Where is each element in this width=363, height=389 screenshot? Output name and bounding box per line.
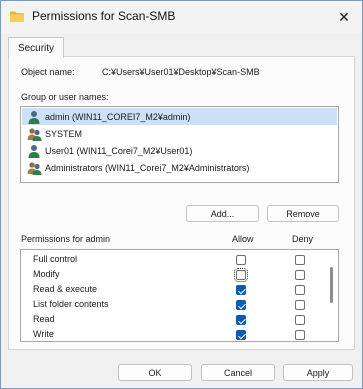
permission-name: Read & execute: [33, 284, 98, 294]
deny-checkbox[interactable]: [295, 270, 305, 280]
title-bar[interactable]: Permissions for Scan-SMB ✕: [1, 1, 362, 33]
group-item-label: admin (WIN11_COREI7_M2¥admin): [45, 111, 191, 122]
deny-checkbox[interactable]: [295, 300, 305, 310]
allow-checkbox[interactable]: [236, 315, 246, 325]
group-icon: [27, 127, 42, 141]
group-item-user01[interactable]: User01 (WIN11_Corei7_M2¥User01): [22, 142, 337, 159]
group-icon: [27, 161, 42, 175]
tab-security[interactable]: Security: [8, 37, 64, 58]
allow-checkbox[interactable]: [236, 300, 246, 310]
allow-checkbox[interactable]: [236, 255, 246, 265]
deny-checkbox[interactable]: [295, 285, 305, 295]
permission-name: Read: [33, 314, 55, 324]
allow-checkbox[interactable]: [234, 268, 248, 282]
deny-checkbox[interactable]: [295, 330, 305, 340]
permission-row-list-folder-contents: List folder contents: [21, 298, 327, 313]
permission-name: Write: [33, 329, 54, 339]
scrollbar-thumb[interactable]: [330, 267, 333, 303]
deny-checkbox[interactable]: [295, 315, 305, 325]
apply-button[interactable]: Apply: [283, 364, 353, 381]
permission-row-read: Read: [21, 313, 327, 328]
permission-row-modify: Modify: [21, 268, 327, 283]
add-button[interactable]: Add...: [186, 205, 259, 222]
permission-row-full-control: Full control: [21, 253, 327, 268]
user-icon: [27, 144, 42, 158]
remove-button[interactable]: Remove: [267, 205, 339, 222]
group-item-label: User01 (WIN11_Corei7_M2¥User01): [45, 145, 193, 156]
permission-name: Full control: [33, 254, 78, 264]
allow-checkbox[interactable]: [236, 285, 246, 295]
group-item-administrators[interactable]: Administrators (WIN11_Corei7_M2¥Administ…: [22, 159, 337, 176]
window-title: Permissions for Scan-SMB: [32, 9, 176, 23]
permission-name: Modify: [33, 269, 60, 279]
group-item-system[interactable]: SYSTEM: [22, 125, 337, 142]
permissions-label: Permissions for admin: [21, 234, 111, 244]
group-user-list[interactable]: admin (WIN11_COREI7_M2¥admin) SYSTEM Use…: [20, 106, 339, 183]
group-names-label: Group or user names:: [21, 92, 109, 102]
group-item-label: SYSTEM: [45, 128, 83, 139]
ok-button[interactable]: OK: [118, 364, 192, 381]
object-name-value: C:¥Users¥User01¥Desktop¥Scan-SMB: [102, 67, 260, 77]
permission-name: List folder contents: [33, 299, 109, 309]
permission-row-read-execute: Read & execute: [21, 283, 327, 298]
permissions-list[interactable]: Full control Modify Read & execute List …: [20, 249, 339, 342]
group-item-admin[interactable]: admin (WIN11_COREI7_M2¥admin): [22, 108, 337, 125]
allow-checkbox[interactable]: [236, 330, 246, 340]
object-name-label: Object name:: [21, 67, 75, 77]
permissions-scrollbar[interactable]: [327, 251, 337, 340]
allow-column-header: Allow: [232, 234, 254, 244]
close-button[interactable]: ✕: [334, 7, 354, 27]
folder-icon: [10, 11, 24, 22]
deny-checkbox[interactable]: [295, 255, 305, 265]
close-icon: ✕: [338, 8, 350, 25]
deny-column-header: Deny: [292, 234, 314, 244]
user-icon: [27, 110, 42, 124]
group-item-label: Administrators (WIN11_Corei7_M2¥Administ…: [45, 162, 250, 173]
cancel-button[interactable]: Cancel: [201, 364, 275, 381]
permission-row-write: Write: [21, 328, 327, 341]
